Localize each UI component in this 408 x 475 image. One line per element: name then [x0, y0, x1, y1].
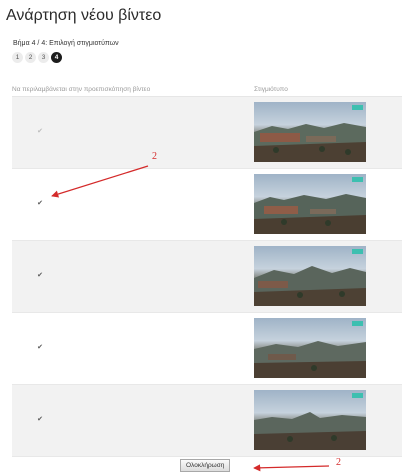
annotation-arrow-checkbox	[51, 165, 149, 198]
annotation-arrow-finish	[253, 464, 330, 472]
annotation-arrows	[51, 165, 330, 472]
annotation-label: 2	[336, 457, 341, 468]
annotation-label: 2	[152, 151, 157, 162]
